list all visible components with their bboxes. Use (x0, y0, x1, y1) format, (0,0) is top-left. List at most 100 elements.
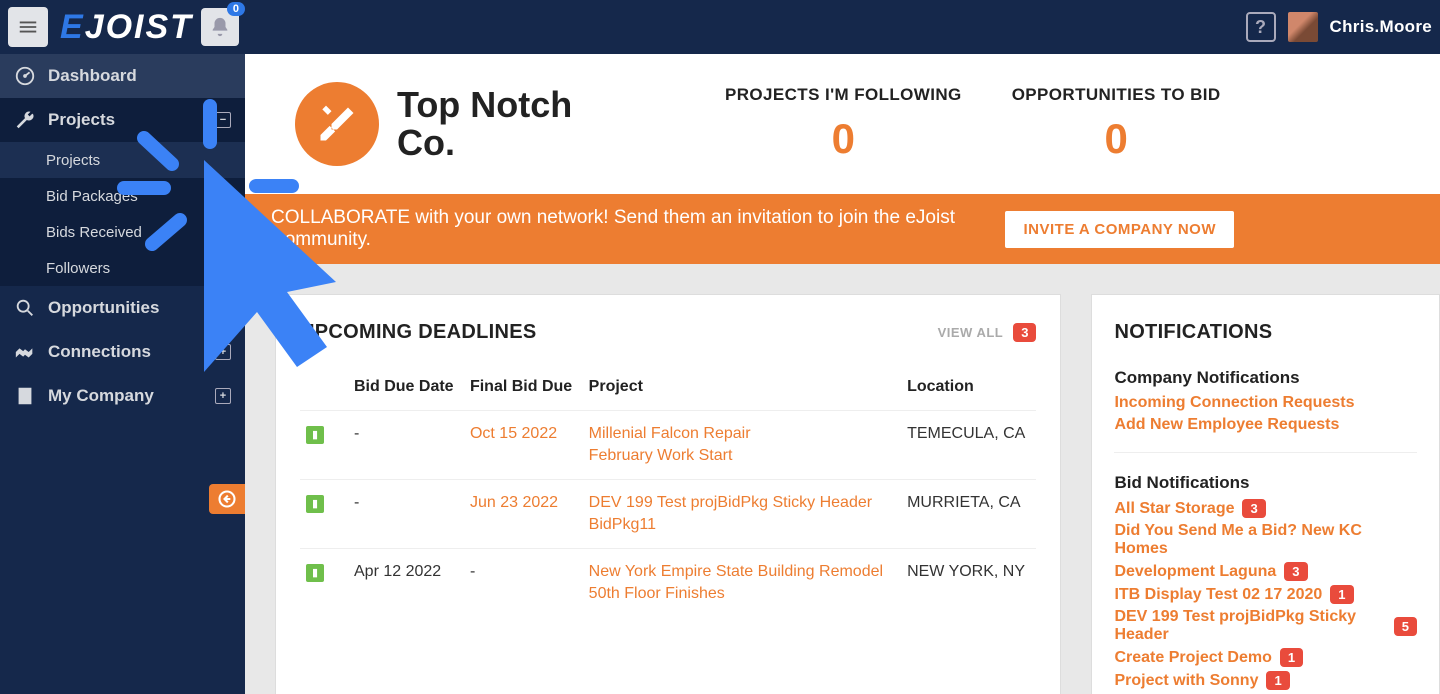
building-icon (14, 385, 36, 407)
sub-bidsreceived-label: Bids Received (46, 224, 142, 241)
bid-notifications-section: Bid Notifications All Star Storage3Did Y… (1114, 473, 1417, 694)
stat-opps-value: 0 (1012, 115, 1221, 163)
sidebar-opportunities-label: Opportunities (48, 298, 159, 318)
stat-following: PROJECTS I'M FOLLOWING 0 (725, 85, 962, 163)
content-row: UPCOMING DEADLINES VIEW ALL 3 Bid Due Da… (245, 264, 1440, 694)
expand-icon: + (215, 344, 231, 360)
notification-link[interactable]: All Star Storage3 (1114, 499, 1417, 518)
notif-count-badge: 1 (1266, 671, 1289, 690)
dashboard-icon (14, 65, 36, 87)
sidebar-item-dashboard[interactable]: Dashboard (0, 54, 245, 98)
sub-projects-label: Projects (46, 152, 100, 169)
cell-final-due: Oct 15 2022 (464, 411, 583, 480)
handshake-icon (14, 341, 36, 363)
sidebar-item-opportunities[interactable]: Opportunities (0, 286, 245, 330)
sidebar-item-connections[interactable]: Connections + (0, 330, 245, 374)
bell-icon (209, 16, 231, 38)
cell-project[interactable]: New York Empire State Building Remodel50… (583, 549, 901, 618)
cell-bid-due: - (348, 411, 464, 480)
user-avatar[interactable] (1288, 12, 1318, 42)
sub-bidpackages-label: Bid Packages (46, 188, 138, 205)
sidebar-dashboard-label: Dashboard (48, 66, 137, 86)
company-notif-heading: Company Notifications (1114, 368, 1417, 388)
stat-opps-label: OPPORTUNITIES TO BID (1012, 85, 1221, 105)
app-logo: EJOIST (60, 8, 193, 47)
notification-link[interactable]: Add New Employee Requests (1114, 416, 1417, 434)
upcoming-deadlines-card: UPCOMING DEADLINES VIEW ALL 3 Bid Due Da… (275, 294, 1061, 694)
notif-count-badge: 1 (1330, 585, 1353, 604)
notification-link[interactable]: Development Laguna3 (1114, 562, 1417, 581)
deadlines-header: UPCOMING DEADLINES VIEW ALL 3 (300, 321, 1036, 344)
notification-link[interactable]: Incoming Connection Requests (1114, 394, 1417, 412)
table-row[interactable]: ▮Apr 12 2022-New York Empire State Build… (300, 549, 1036, 618)
company-block: Top Notch Co. (295, 82, 675, 166)
stat-following-value: 0 (725, 115, 962, 163)
stat-following-label: PROJECTS I'M FOLLOWING (725, 85, 962, 105)
cell-project[interactable]: DEV 199 Test projBidPkg Sticky HeaderBid… (583, 480, 901, 549)
cell-bid-due: Apr 12 2022 (348, 549, 464, 618)
notification-link[interactable]: Project with Sonny1 (1114, 671, 1417, 690)
arrow-left-icon (217, 489, 237, 509)
sidebar-projects-label: Projects (48, 110, 115, 130)
hamburger-icon (17, 16, 39, 38)
sidebar-item-my-company[interactable]: My Company + (0, 374, 245, 418)
sidebar-collapse-button[interactable] (209, 484, 245, 514)
notif-count-badge: 3 (1242, 499, 1265, 518)
cell-location: MURRIETA, CA (901, 480, 1036, 549)
company-avatar (295, 82, 379, 166)
sub-followers-label: Followers (46, 260, 110, 277)
sidebar-sub-bid-packages[interactable]: Bid Packages (0, 178, 245, 214)
topbar-right: ? Chris.Moore (1246, 12, 1432, 42)
search-icon (14, 297, 36, 319)
notifications-bell-button[interactable]: 0 (201, 8, 239, 46)
sidebar: Dashboard Projects − Projects Bid Packag… (0, 54, 245, 694)
sidebar-sub-followers[interactable]: Followers (0, 250, 245, 286)
deadlines-count-badge: 3 (1013, 323, 1036, 342)
notification-link[interactable]: ITB Display Test 02 17 20201 (1114, 585, 1417, 604)
sidebar-projects-submenu: Projects Bid Packages Bids Received Foll… (0, 142, 245, 286)
invite-banner: COLLABORATE with your own network! Send … (245, 194, 1440, 264)
table-row[interactable]: ▮-Jun 23 2022DEV 199 Test projBidPkg Sti… (300, 480, 1036, 549)
username-label[interactable]: Chris.Moore (1330, 17, 1432, 37)
sidebar-sub-bids-received[interactable]: Bids Received (0, 214, 245, 250)
collapse-icon: − (215, 112, 231, 128)
col-bid-due: Bid Due Date (348, 368, 464, 411)
deadlines-table: Bid Due Date Final Bid Due Project Locat… (300, 368, 1036, 617)
logo-e: E (60, 8, 85, 47)
notifications-card: NOTIFICATIONS Company Notifications Inco… (1091, 294, 1440, 694)
logo-text: JOIST (85, 8, 193, 47)
sidebar-connections-label: Connections (48, 342, 151, 362)
expand-icon: + (215, 388, 231, 404)
notif-count-badge: 5 (1394, 617, 1417, 636)
page-header: Top Notch Co. PROJECTS I'M FOLLOWING 0 O… (245, 54, 1440, 194)
notifications-header: NOTIFICATIONS (1114, 321, 1417, 344)
notification-link[interactable]: Create Project Demo1 (1114, 648, 1417, 667)
tools-icon (315, 102, 359, 146)
company-name: Top Notch Co. (397, 86, 617, 162)
cell-bid-due: - (348, 480, 464, 549)
menu-toggle-button[interactable] (8, 7, 48, 47)
sidebar-sub-projects[interactable]: Projects (0, 142, 245, 178)
notification-link[interactable]: Did You Send Me a Bid? New KC Homes (1114, 522, 1417, 558)
building-small-icon: ▮ (306, 564, 324, 582)
table-row[interactable]: ▮ -Oct 15 2022Millenial Falcon RepairFebr… (300, 411, 1036, 480)
sidebar-item-projects[interactable]: Projects − (0, 98, 245, 142)
notif-count-badge: 1 (1280, 648, 1303, 667)
building-small-icon: ▮ (306, 495, 324, 513)
topbar: EJOIST 0 ? Chris.Moore (0, 0, 1440, 54)
col-location: Location (901, 368, 1036, 411)
view-all-link[interactable]: VIEW ALL (938, 325, 1004, 340)
invite-company-button[interactable]: INVITE A COMPANY NOW (1005, 211, 1234, 248)
bell-count-badge: 0 (227, 2, 245, 16)
deadlines-title: UPCOMING DEADLINES (300, 321, 537, 344)
wrench-icon (14, 109, 36, 131)
help-button[interactable]: ? (1246, 12, 1276, 42)
building-small-icon: ▮ (306, 426, 324, 444)
company-notifications-section: Company Notifications Incoming Connectio… (1114, 368, 1417, 453)
cell-project[interactable]: Millenial Falcon RepairFebruary Work Sta… (583, 411, 901, 480)
cell-location: NEW YORK, NY (901, 549, 1036, 618)
col-project: Project (583, 368, 901, 411)
main-area: Top Notch Co. PROJECTS I'M FOLLOWING 0 O… (245, 54, 1440, 694)
col-final-due: Final Bid Due (464, 368, 583, 411)
notification-link[interactable]: DEV 199 Test projBidPkg Sticky Header5 (1114, 608, 1417, 644)
